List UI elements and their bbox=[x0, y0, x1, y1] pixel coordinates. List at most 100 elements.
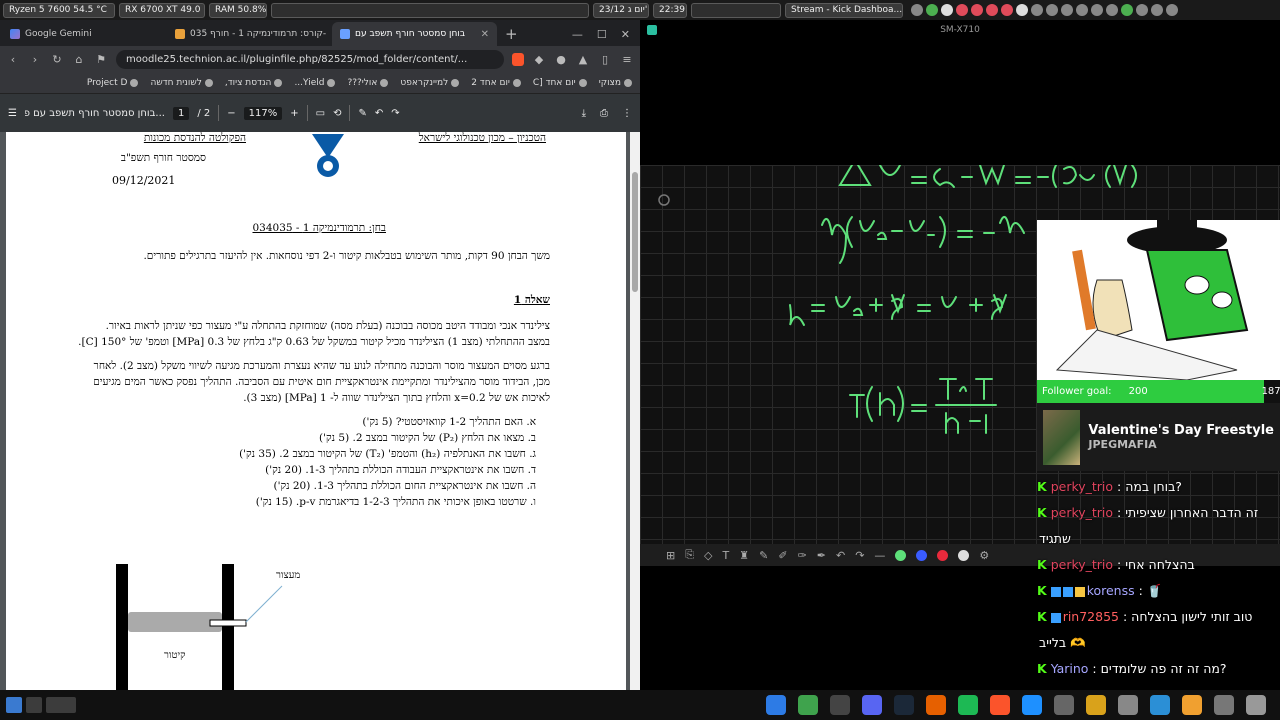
app-icon[interactable] bbox=[1182, 695, 1202, 715]
start-icon[interactable] bbox=[766, 695, 786, 715]
new-tab-button[interactable]: + bbox=[497, 25, 526, 46]
store-icon[interactable] bbox=[1150, 695, 1170, 715]
tray-icon[interactable] bbox=[1091, 4, 1103, 16]
close-tab-icon[interactable]: ✕ bbox=[481, 29, 489, 40]
tray-icon[interactable] bbox=[1061, 4, 1073, 16]
redo-icon[interactable]: ↷ bbox=[391, 108, 399, 119]
tray-icon[interactable] bbox=[1106, 4, 1118, 16]
bookmark-item[interactable]: הנדסת ציוד, bbox=[225, 78, 283, 88]
tray-icon[interactable] bbox=[1046, 4, 1058, 16]
redo-icon[interactable]: ↷ bbox=[855, 549, 864, 562]
print-icon[interactable]: ⎙ bbox=[600, 108, 608, 119]
workspace-icon[interactable] bbox=[6, 697, 22, 713]
scrollbar-thumb[interactable] bbox=[632, 172, 638, 292]
grid-icon[interactable]: ⊞ bbox=[666, 549, 675, 562]
pen-icon[interactable]: ✐ bbox=[778, 549, 787, 562]
bookmark-item[interactable]: יום אחד [C bbox=[533, 78, 587, 88]
bookmark-item[interactable]: למיינקראפט bbox=[400, 78, 460, 88]
fit-page-icon[interactable]: ▭ bbox=[316, 108, 325, 119]
workspace-icon[interactable] bbox=[46, 697, 76, 713]
page-number-input[interactable]: 1 bbox=[172, 106, 190, 120]
zoom-in-button[interactable]: + bbox=[290, 108, 298, 119]
tray-icon[interactable] bbox=[1136, 4, 1148, 16]
browser-icon[interactable] bbox=[1022, 695, 1042, 715]
app-icon[interactable] bbox=[1214, 695, 1234, 715]
tab-exam-pdf[interactable]: בוחן סמסטר חורף תשפב עם ✕ bbox=[332, 22, 497, 46]
tray-icon[interactable] bbox=[941, 4, 953, 16]
undo-icon[interactable]: ↶ bbox=[836, 549, 845, 562]
undo-icon[interactable]: ↶ bbox=[375, 108, 383, 119]
tray-icon[interactable] bbox=[956, 4, 968, 16]
layers-icon[interactable] bbox=[1086, 695, 1106, 715]
reload-icon[interactable]: ↻ bbox=[50, 53, 64, 66]
tray-icon[interactable] bbox=[1001, 4, 1013, 16]
line-icon[interactable]: — bbox=[874, 549, 885, 562]
discord-icon[interactable] bbox=[862, 695, 882, 715]
minimize-icon[interactable]: — bbox=[572, 28, 583, 41]
rotate-icon[interactable]: ⟲ bbox=[333, 108, 341, 119]
close-window-icon[interactable]: ✕ bbox=[621, 28, 630, 41]
text-icon[interactable]: T bbox=[723, 549, 730, 562]
extension-icon[interactable]: ◆ bbox=[532, 53, 546, 66]
app-icon[interactable] bbox=[1246, 695, 1266, 715]
download-icon[interactable]: ⤓ bbox=[582, 108, 586, 119]
active-window-title[interactable]: Stream - Kick Dashboa... bbox=[785, 2, 903, 18]
tray-icon[interactable] bbox=[986, 4, 998, 16]
home-icon[interactable]: ⌂ bbox=[72, 53, 86, 66]
maximize-icon[interactable]: ☐ bbox=[597, 28, 607, 41]
sidebar-toggle-icon[interactable]: ☰ bbox=[8, 108, 17, 119]
zoom-out-button[interactable]: − bbox=[227, 108, 235, 119]
spotify-icon[interactable] bbox=[958, 695, 978, 715]
bookmark-item[interactable]: יום אחד 2 bbox=[471, 78, 521, 88]
forward-icon[interactable]: › bbox=[28, 53, 42, 66]
firefox-icon[interactable] bbox=[926, 695, 946, 715]
extension-icon[interactable]: ▲ bbox=[576, 53, 590, 66]
scrollbar[interactable] bbox=[630, 132, 640, 690]
annotate-icon[interactable]: ✎ bbox=[358, 108, 366, 119]
bookmark-item[interactable]: Yield... bbox=[294, 78, 336, 88]
steam-icon[interactable] bbox=[894, 695, 914, 715]
address-bar[interactable]: moodle25.technion.ac.il/pluginfile.php/8… bbox=[116, 49, 504, 69]
settings-icon[interactable]: ⚙ bbox=[979, 549, 989, 562]
tray-icon[interactable] bbox=[1121, 4, 1133, 16]
back-icon[interactable]: ‹ bbox=[6, 53, 20, 66]
bookmark-icon[interactable]: ⚑ bbox=[94, 53, 108, 66]
console-icon[interactable] bbox=[830, 695, 850, 715]
tray-icon[interactable] bbox=[1076, 4, 1088, 16]
brave-icon[interactable] bbox=[990, 695, 1010, 715]
tray-icon[interactable] bbox=[971, 4, 983, 16]
bookmark-item[interactable]: Project D bbox=[87, 78, 139, 88]
tray-icon[interactable] bbox=[1166, 4, 1178, 16]
stamp-icon[interactable]: ♜ bbox=[739, 549, 749, 562]
bookmark-item[interactable]: מצוקי bbox=[599, 78, 632, 88]
app-icon[interactable] bbox=[1054, 695, 1074, 715]
zoom-level[interactable]: 117% bbox=[243, 106, 283, 120]
pen-icon[interactable]: ✑ bbox=[798, 549, 807, 562]
bookmark-item[interactable]: לשונית חדשה bbox=[150, 78, 213, 88]
menu-icon[interactable]: ≡ bbox=[620, 53, 634, 66]
shape-icon[interactable]: ◇ bbox=[704, 549, 712, 562]
workspace-icon[interactable] bbox=[26, 697, 42, 713]
tab-gemini[interactable]: Google Gemini bbox=[2, 22, 167, 46]
pen-icon[interactable]: ✎ bbox=[759, 549, 768, 562]
tray-icon[interactable] bbox=[911, 4, 923, 16]
red-color-swatch[interactable] bbox=[937, 549, 949, 561]
files-icon[interactable] bbox=[1118, 695, 1138, 715]
white-color-swatch[interactable] bbox=[958, 549, 970, 561]
more-options-icon[interactable]: ⋮ bbox=[622, 108, 632, 119]
brave-shield-icon[interactable] bbox=[512, 52, 524, 66]
tab-course[interactable]: קורס: תרמודינמיקה 1 - חורף 035- bbox=[167, 22, 332, 46]
bookmark-item[interactable]: אולי??? bbox=[347, 78, 389, 88]
tray-icon[interactable] bbox=[926, 4, 938, 16]
blue-color-swatch[interactable] bbox=[916, 549, 928, 561]
terminal-icon[interactable] bbox=[798, 695, 818, 715]
green-color-swatch[interactable] bbox=[895, 549, 907, 561]
tray-icon[interactable] bbox=[1031, 4, 1043, 16]
sidebar-icon[interactable]: ▯ bbox=[598, 53, 612, 66]
copy-icon[interactable]: ⎘ bbox=[685, 548, 694, 562]
pdf-viewport[interactable]: הטכניון – מכון טכנולוגי לישראל הפקולטה ל… bbox=[0, 132, 640, 690]
extension-icon[interactable]: ● bbox=[554, 53, 568, 66]
tray-icon[interactable] bbox=[1016, 4, 1028, 16]
pen-icon[interactable]: ✒ bbox=[817, 549, 826, 562]
tray-icon[interactable] bbox=[1151, 4, 1163, 16]
